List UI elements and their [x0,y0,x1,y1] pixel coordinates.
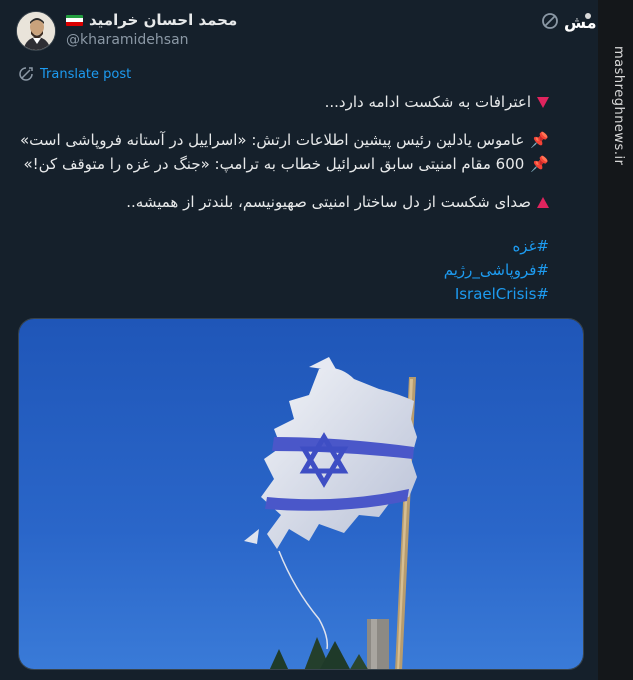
tweet-text: اعترافات به شکست ادامه دارد... 📌 عاموس ی… [0,90,549,214]
translate-label[interactable]: Translate post [40,67,131,82]
mashregh-logo: مش [562,8,598,38]
red-triangle-up-icon [537,196,549,208]
tweet-media-image[interactable] [18,318,584,670]
hashtag-link[interactable]: #غزه [444,234,549,258]
tweet-line-1-text: اعترافات به شکست ادامه دارد... [324,93,531,111]
tweet-line-3: 📌 600 مقام امنیتی سابق اسرائیل خطاب به ت… [0,152,549,176]
tweet-line-3-text: 600 مقام امنیتی سابق اسرائیل خطاب به ترا… [23,155,525,173]
tweet-line-4: صدای شکست از دل ساختار امنیتی صهیونیسم، … [0,190,549,214]
avatar[interactable] [16,11,56,51]
author-name-row[interactable]: محمد احسان خرامید [66,11,237,29]
watermark-text: mashreghnews.ir [611,46,626,166]
hashtag-link[interactable]: #IsraelCrisis [444,282,549,306]
hashtag-list: #غزه #فروپاشی_رژیم #IsraelCrisis [444,234,549,306]
hashtag-link[interactable]: #فروپاشی_رژیم [444,258,549,282]
more-icon[interactable] [540,11,560,31]
translate-post-link[interactable]: Translate post [18,66,131,82]
svg-text:مش: مش [564,13,597,32]
tweet-card: محمد احسان خرامید @kharamidehsan Transla… [0,0,598,680]
red-triangle-down-icon [537,96,549,108]
pushpin-icon: 📌 [530,155,549,173]
author-handle[interactable]: @kharamidehsan [66,32,189,48]
tweet-line-2-text: عاموس یادلین رئیس پیشین اطلاعات ارتش: «ا… [19,131,525,149]
iran-flag-icon [66,14,83,26]
tweet-line-1: اعترافات به شکست ادامه دارد... [0,90,549,114]
tweet-line-4-text: صدای شکست از دل ساختار امنیتی صهیونیسم، … [126,193,531,211]
pushpin-icon: 📌 [530,131,549,149]
translate-icon [19,67,33,81]
author-name[interactable]: محمد احسان خرامید [89,11,237,29]
tweet-line-2: 📌 عاموس یادلین رئیس پیشین اطلاعات ارتش: … [0,128,549,152]
